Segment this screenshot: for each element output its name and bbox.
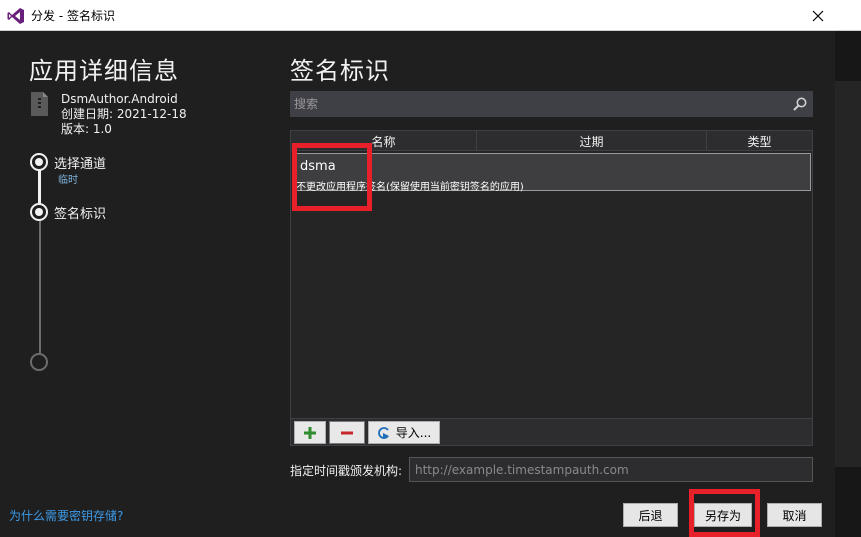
step-2-label[interactable]: 签名标识 <box>54 203 106 222</box>
close-button[interactable] <box>800 0 836 31</box>
timestamp-authority-field <box>409 457 813 482</box>
title-bar: 分发 - 签名标识 <box>0 0 861 31</box>
plus-icon <box>304 426 316 439</box>
step-connector-pending <box>38 219 41 353</box>
signing-identity-table: 名称 过期 类型 dsma 不更改应用程序签名(保留使用当前密钥签名的应用) <box>290 130 813 419</box>
app-version: 版本: 1.0 <box>61 122 112 136</box>
visual-studio-icon <box>7 8 24 24</box>
search-box <box>290 91 813 117</box>
search-input[interactable] <box>294 95 784 113</box>
minus-icon <box>341 431 353 434</box>
column-header-name[interactable]: 名称 <box>291 133 476 150</box>
app-name: DsmAuthor.Android <box>61 92 178 106</box>
timestamp-authority-input[interactable] <box>415 462 805 478</box>
created-date: 创建日期: 2021-12-18 <box>61 107 187 121</box>
save-as-button[interactable]: 另存为 <box>694 503 752 527</box>
import-button[interactable]: 导入... <box>368 421 440 444</box>
step-1-sublabel: 临时 <box>58 175 78 186</box>
app-details-heading: 应用详细信息 <box>29 57 179 85</box>
column-header-expiry[interactable]: 过期 <box>477 133 706 150</box>
cancel-button[interactable]: 取消 <box>767 503 822 527</box>
import-icon <box>377 427 389 439</box>
step-2-indicator <box>30 203 48 221</box>
back-button[interactable]: 后退 <box>623 503 678 527</box>
column-header-type[interactable]: 类型 <box>707 133 812 150</box>
zip-file-icon <box>31 92 48 116</box>
app-info: DsmAuthor.Android 创建日期: 2021-12-18 版本: 1… <box>61 92 187 137</box>
step-1-indicator <box>30 153 48 171</box>
identity-name: dsma <box>300 159 336 174</box>
identity-description: 不更改应用程序签名(保留使用当前密钥签名的应用) <box>296 182 524 193</box>
import-label: 导入... <box>395 426 432 440</box>
step-1-label[interactable]: 选择通道 <box>54 153 106 172</box>
table-header: 名称 过期 类型 <box>291 131 812 151</box>
step-3-indicator <box>30 353 48 371</box>
add-identity-button[interactable] <box>294 421 326 444</box>
close-icon <box>812 10 824 21</box>
remove-identity-button[interactable] <box>329 421 365 444</box>
signing-identity-heading: 签名标识 <box>290 57 390 85</box>
timestamp-authority-label: 指定时间戳颁发机构: <box>290 464 403 478</box>
table-toolbar: 导入... <box>290 419 813 446</box>
search-icon[interactable] <box>792 96 808 112</box>
table-row[interactable]: dsma 不更改应用程序签名(保留使用当前密钥签名的应用) <box>292 153 811 193</box>
keystore-help-link[interactable]: 为什么需要密钥存储? <box>9 507 123 524</box>
window-title: 分发 - 签名标识 <box>31 9 115 23</box>
background-window-edge <box>835 31 861 537</box>
